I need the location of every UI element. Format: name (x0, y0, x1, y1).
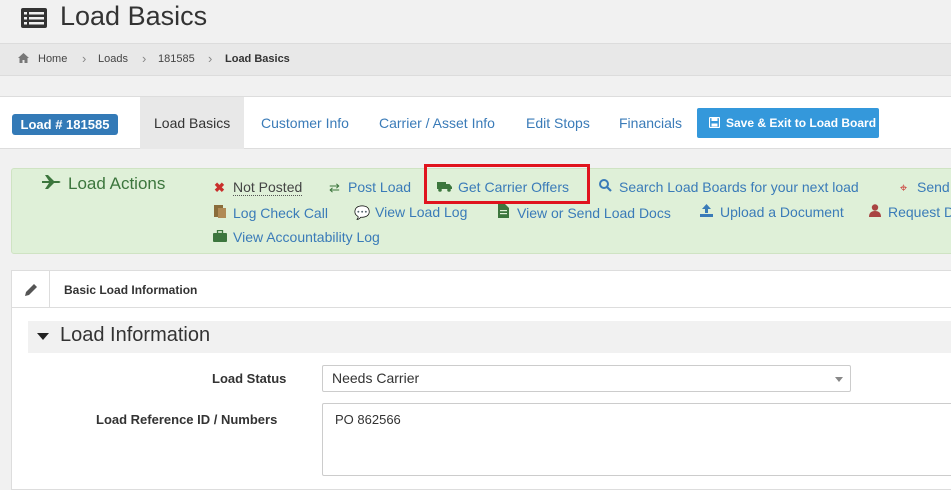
load-actions-label: Load Actions (68, 174, 166, 193)
request-action[interactable]: Request D (867, 204, 951, 220)
page-title: Load Basics (60, 1, 208, 31)
user-icon (867, 204, 882, 220)
tab-financials[interactable]: Financials (605, 97, 696, 149)
chevron-down-icon (835, 377, 843, 382)
load-information-section-header[interactable]: Load Information (28, 321, 951, 353)
page-header: Load Basics (0, 0, 951, 43)
not-posted-action[interactable]: ✖ Not Posted (212, 179, 303, 196)
chevron-right-icon: › (208, 51, 213, 66)
log-check-call-action[interactable]: Log Check Call (212, 204, 328, 221)
load-number-badge: Load # 181585 (12, 114, 118, 135)
panel-title: Basic Load Information (64, 283, 198, 297)
reference-label: Load Reference ID / Numbers (96, 412, 278, 427)
crosshair-icon: ⌖ (899, 180, 908, 195)
breadcrumb-loads[interactable]: Loads (98, 53, 128, 65)
comments-icon: 💬 (354, 205, 371, 220)
pencil-icon (25, 284, 37, 296)
upload-icon (699, 204, 714, 220)
caret-down-icon (37, 333, 49, 340)
floppy-icon (708, 109, 721, 139)
view-load-log-action[interactable]: 💬 View Load Log (354, 204, 467, 221)
view-send-load-docs-action[interactable]: View or Send Load Docs (496, 204, 671, 221)
load-status-value: Needs Carrier (332, 370, 420, 386)
retweet-icon: ⇄ (329, 180, 340, 195)
save-exit-label: Save & Exit to Load Board (726, 116, 877, 130)
x-icon: ✖ (214, 180, 225, 195)
plane-icon (42, 174, 62, 194)
load-status-label: Load Status (212, 371, 287, 386)
tab-customer-info[interactable]: Customer Info (247, 97, 363, 149)
section-title: Load Information (60, 324, 211, 346)
load-status-select[interactable]: Needs Carrier (322, 365, 851, 392)
save-exit-button[interactable]: Save & Exit to Load Board (697, 108, 879, 138)
breadcrumb: Home › Loads › 181585 › Load Basics (0, 43, 951, 76)
upload-document-action[interactable]: Upload a Document (699, 204, 844, 220)
breadcrumb-load-id[interactable]: 181585 (158, 53, 195, 65)
load-actions-title: Load Actions (42, 174, 165, 194)
home-icon (18, 53, 29, 66)
panel-header: Basic Load Information (12, 271, 951, 308)
clipboard-icon (212, 204, 227, 221)
reference-textarea[interactable]: PO 862566 (322, 403, 951, 476)
list-icon (21, 8, 47, 28)
edit-toggle[interactable] (12, 271, 50, 308)
highlight-box (424, 164, 590, 204)
reference-value: PO 862566 (335, 412, 401, 427)
view-accountability-log-action[interactable]: View Accountability Log (212, 229, 380, 245)
breadcrumb-home[interactable]: Home (38, 53, 67, 65)
chevron-right-icon: › (82, 51, 87, 66)
tab-bar: Load # 181585 Load Basics Customer Info … (0, 96, 951, 149)
briefcase-icon (212, 229, 227, 245)
search-load-boards-action[interactable]: Search Load Boards for your next load (598, 179, 859, 195)
send-action[interactable]: ⌖ Send (896, 179, 950, 196)
tab-edit-stops[interactable]: Edit Stops (512, 97, 604, 149)
post-load-action[interactable]: ⇄ Post Load (327, 179, 411, 196)
tab-load-basics[interactable]: Load Basics (140, 97, 245, 149)
tab-carrier-asset-info[interactable]: Carrier / Asset Info (365, 97, 509, 149)
search-icon (598, 179, 613, 195)
breadcrumb-current: Load Basics (225, 53, 290, 65)
document-icon (496, 204, 511, 221)
basic-load-information-panel: Basic Load Information Load Information … (11, 270, 951, 490)
chevron-right-icon: › (142, 51, 147, 66)
